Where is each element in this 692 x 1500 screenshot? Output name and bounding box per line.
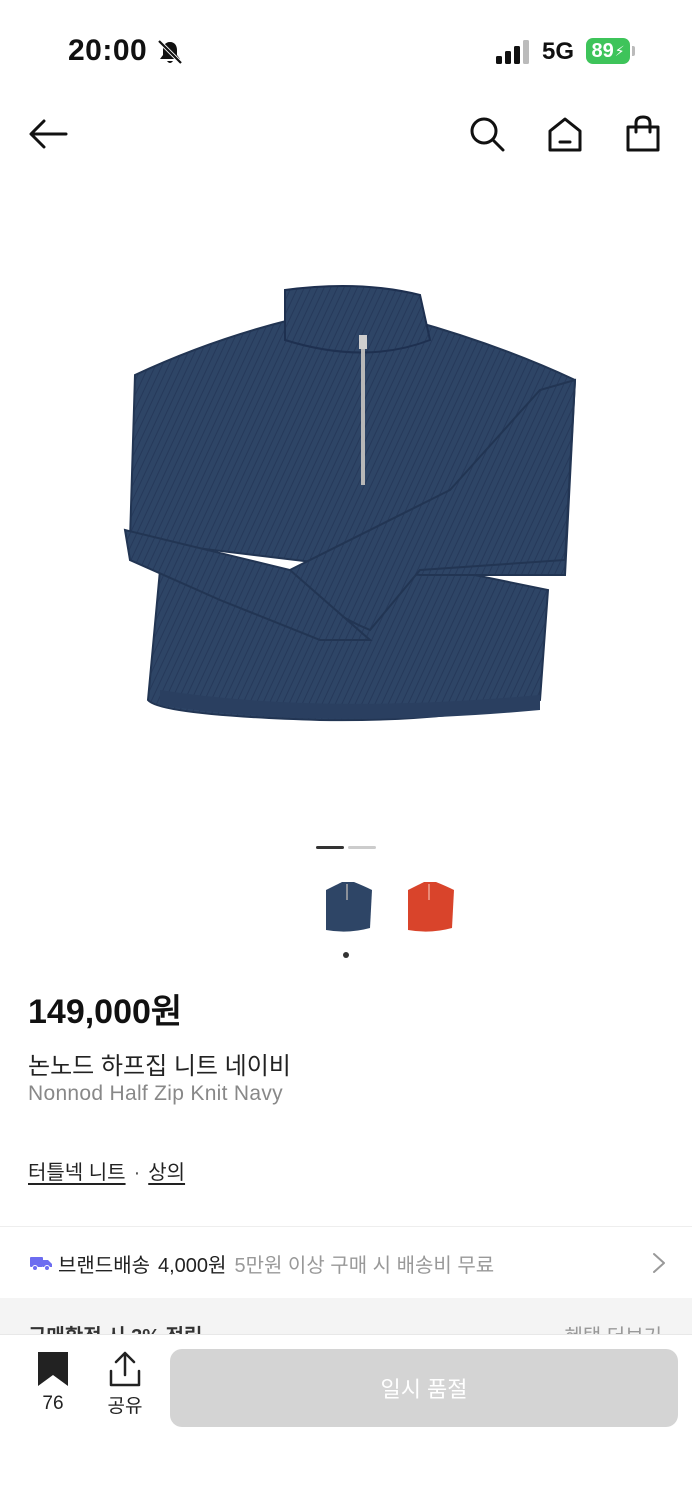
shipping-label: 브랜드배송 xyxy=(58,1254,150,1277)
selected-color-dot xyxy=(343,952,349,958)
bottom-action-bar: 76 공유 일시 품절 xyxy=(0,1334,692,1500)
search-button[interactable] xyxy=(465,112,509,156)
top-nav xyxy=(0,100,692,170)
product-price: 149,000원 xyxy=(28,993,183,1031)
bell-off-icon xyxy=(157,39,183,65)
home-icon xyxy=(548,117,582,152)
shipping-info-row[interactable]: 브랜드배송 4,000원 5만원 이상 구매 시 배송비 무료 xyxy=(0,1228,692,1298)
bookmark-count: 76 xyxy=(42,1393,64,1414)
category-link-top[interactable]: 상의 xyxy=(148,1162,185,1184)
truck-icon xyxy=(30,1257,52,1271)
search-icon xyxy=(470,117,505,152)
back-button[interactable] xyxy=(26,112,70,156)
pager-indicator xyxy=(348,846,376,849)
sold-out-button[interactable]: 일시 품절 xyxy=(170,1349,678,1427)
home-button[interactable] xyxy=(543,112,587,156)
status-time: 20:00 xyxy=(68,34,148,67)
share-button[interactable]: 공유 xyxy=(100,1351,150,1421)
shipping-fee: 4,000원 xyxy=(158,1254,227,1277)
benefit-row[interactable]: 구매확정 시 3% 적립 혜택 더보기 xyxy=(0,1298,692,1338)
divider xyxy=(0,1226,692,1227)
product-title-en: Nonnod Half Zip Knit Navy xyxy=(28,1082,283,1105)
product-title-ko: 논노드 하프집 니트 네이비 xyxy=(28,1053,291,1080)
pager-indicator-active xyxy=(316,846,344,849)
product-image[interactable] xyxy=(120,270,590,760)
image-pager xyxy=(316,846,376,850)
color-thumb-red[interactable] xyxy=(400,878,458,940)
shopping-bag-icon xyxy=(626,115,660,152)
breadcrumb: 터틀넥 니트 · 상의 xyxy=(28,1156,185,1185)
status-bar: 20:00 5G 89 ⚡ xyxy=(0,0,692,100)
battery-level: 89 xyxy=(591,39,614,62)
category-separator: · xyxy=(133,1162,141,1184)
cart-button[interactable] xyxy=(621,112,665,156)
color-options xyxy=(318,878,458,962)
shipping-note: 5만원 이상 구매 시 배송비 무료 xyxy=(234,1254,495,1277)
color-thumb-navy[interactable] xyxy=(318,878,376,940)
battery-cap xyxy=(632,46,635,56)
share-label: 공유 xyxy=(107,1396,143,1417)
signal-icon xyxy=(496,40,529,64)
battery-icon: 89 ⚡ xyxy=(586,38,630,64)
category-link-turtleneck[interactable]: 터틀넥 니트 xyxy=(28,1162,126,1184)
chevron-right-icon xyxy=(653,1253,665,1273)
share-icon xyxy=(109,1351,141,1387)
bookmark-button[interactable]: 76 xyxy=(28,1351,78,1421)
bookmark-icon xyxy=(38,1352,68,1386)
network-type: 5G xyxy=(542,38,575,65)
arrow-left-icon xyxy=(29,119,68,149)
